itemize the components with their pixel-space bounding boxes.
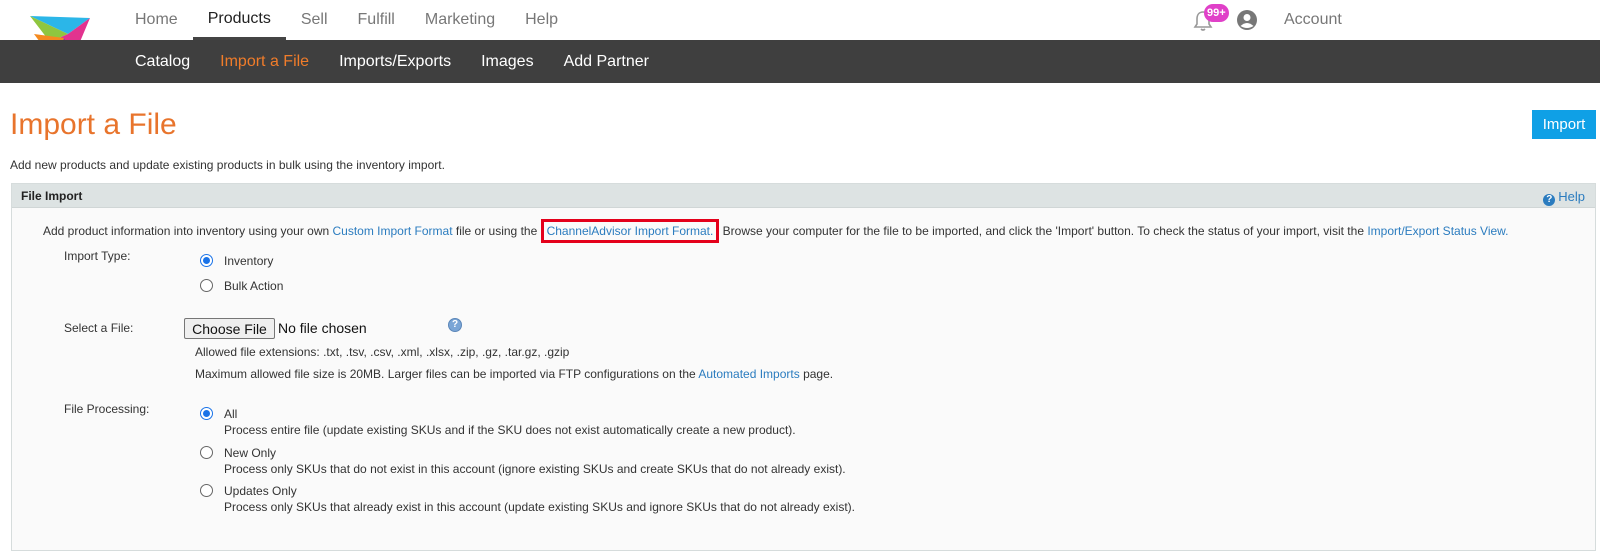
nav-marketing[interactable]: Marketing [410, 0, 510, 40]
user-avatar-icon[interactable] [1236, 9, 1258, 31]
question-icon: ? [1543, 194, 1556, 206]
radio-label: New Only [224, 446, 277, 460]
custom-import-format-link[interactable]: Custom Import Format [333, 224, 453, 238]
radio-description: Process only SKUs that already exist in … [224, 500, 855, 514]
main-nav: Home Products Sell Fulfill Marketing Hel… [120, 0, 573, 40]
radio-updates-only[interactable] [200, 484, 213, 497]
radio-inventory[interactable] [200, 254, 213, 267]
page-title: Import a File [10, 108, 177, 141]
max-size-part: Maximum allowed file size is 20MB. Large… [195, 367, 699, 381]
help-link[interactable]: ? Help [1543, 189, 1585, 206]
select-file-label: Select a File: [64, 321, 134, 335]
notification-badge[interactable]: 99+ [1204, 4, 1229, 22]
sub-nav: Catalog Import a File Imports/Exports Im… [120, 40, 664, 83]
page-subtitle: Add new products and update existing pro… [10, 158, 445, 172]
radio-text: New Only Process only SKUs that do not e… [224, 446, 846, 476]
no-file-chosen-text: No file chosen [278, 320, 367, 336]
nav-products[interactable]: Products [192, 0, 286, 40]
radio-label: All [224, 407, 238, 421]
subnav-catalog[interactable]: Catalog [120, 40, 205, 83]
max-size-part: page. [799, 367, 834, 381]
panel-header: File Import ? Help [12, 184, 1595, 208]
automated-imports-link[interactable]: Automated Imports [698, 367, 799, 381]
import-type-label: Import Type: [64, 249, 131, 263]
radio-description: Process only SKUs that do not exist in t… [224, 462, 846, 476]
highlight-box: ChannelAdvisor Import Format. [540, 219, 720, 243]
top-navbar: Home Products Sell Fulfill Marketing Hel… [0, 0, 1600, 64]
file-import-panel: File Import ? Help Add product informatio… [11, 183, 1596, 551]
radio-text: All Process entire file (update existing… [224, 407, 796, 437]
import-type-bulk-action[interactable]: Bulk Action [200, 279, 283, 293]
subnav-add-partner[interactable]: Add Partner [549, 40, 664, 83]
intro-text-part: file or using the [452, 224, 541, 238]
help-label: Help [1558, 189, 1585, 204]
file-processing-label: File Processing: [64, 402, 150, 416]
import-type-inventory[interactable]: Inventory [200, 254, 273, 268]
file-processing-updates-only[interactable]: Updates Only Process only SKUs that alre… [200, 484, 855, 514]
file-processing-all[interactable]: All Process entire file (update existing… [200, 407, 796, 437]
intro-text-part: Browse your computer for the file to be … [719, 224, 1368, 238]
allowed-extensions-text: Allowed file extensions: .txt, .tsv, .cs… [195, 345, 570, 359]
choose-file-button[interactable]: Choose File [184, 318, 275, 339]
account-link[interactable]: Account [1284, 0, 1342, 40]
nav-home[interactable]: Home [120, 0, 193, 40]
import-button[interactable]: Import [1532, 110, 1596, 139]
info-question-icon[interactable]: ? [448, 318, 462, 332]
intro-text-part: Add product information into inventory u… [43, 224, 333, 238]
radio-label: Inventory [224, 254, 274, 268]
radio-new-only[interactable] [200, 446, 213, 459]
subnav-import-a-file[interactable]: Import a File [205, 40, 324, 83]
nav-sell[interactable]: Sell [286, 0, 343, 40]
channeladvisor-import-format-link[interactable]: ChannelAdvisor Import Format. [547, 224, 714, 238]
max-size-text: Maximum allowed file size is 20MB. Large… [195, 367, 833, 381]
radio-all[interactable] [200, 407, 213, 420]
radio-label: Updates Only [224, 484, 297, 498]
panel-title: File Import [21, 189, 83, 203]
sub-navbar: ⌄ Catalog Import a File Imports/Exports … [0, 40, 1600, 118]
intro-text: Add product information into inventory u… [43, 219, 1509, 243]
file-processing-new-only[interactable]: New Only Process only SKUs that do not e… [200, 446, 846, 476]
import-export-status-view-link[interactable]: Import/Export Status View. [1367, 224, 1508, 238]
radio-text: Updates Only Process only SKUs that alre… [224, 484, 855, 514]
radio-bulk-action[interactable] [200, 279, 213, 292]
radio-label: Bulk Action [224, 279, 284, 293]
subnav-imports-exports[interactable]: Imports/Exports [324, 40, 466, 83]
radio-description: Process entire file (update existing SKU… [224, 423, 796, 437]
nav-fulfill[interactable]: Fulfill [343, 0, 410, 40]
subnav-images[interactable]: Images [466, 40, 548, 83]
nav-help[interactable]: Help [510, 0, 573, 40]
